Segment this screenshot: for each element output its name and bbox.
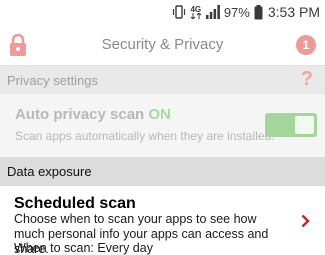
scheduled-scan-title: Scheduled scan — [14, 195, 136, 212]
auto-scan-description: Scan apps automatically when they are in… — [15, 129, 275, 143]
auto-scan-state: ON — [148, 106, 171, 123]
vibrate-icon — [172, 5, 186, 19]
chevron-right-icon[interactable] — [301, 214, 310, 233]
auto-scan-title: Auto privacy scan — [15, 106, 145, 123]
data-exposure-header: Data exposure — [0, 157, 325, 186]
auto-scan-toggle[interactable] — [265, 113, 317, 137]
signal-icon — [205, 5, 220, 19]
auto-scan-label: Auto privacy scan ON — [15, 106, 171, 123]
app-bar: Security & Privacy 1 — [0, 24, 325, 66]
toggle-knob — [295, 116, 314, 134]
alert-badge[interactable]: 1 — [296, 35, 316, 55]
section-title: Data exposure — [7, 164, 92, 179]
network-type: 4G — [190, 4, 202, 14]
lock-icon[interactable] — [9, 33, 27, 62]
page-title: Security & Privacy — [101, 36, 224, 53]
battery-icon — [254, 4, 263, 20]
scheduled-scan-row[interactable]: Scheduled scan Choose when to scan your … — [0, 186, 325, 255]
help-icon[interactable]: ? — [301, 68, 313, 91]
section-title: Privacy settings — [7, 72, 99, 88]
battery-percent: 97% — [223, 4, 250, 20]
4g-lte-icon: 4G — [190, 4, 202, 19]
scheduled-scan-frequency: When to scan: Every day — [14, 241, 153, 255]
privacy-settings-header: Privacy settings ? — [0, 66, 325, 94]
status-bar: 4G 97% 3:53 PM — [0, 0, 325, 24]
clock: 3:53 PM — [267, 4, 320, 20]
